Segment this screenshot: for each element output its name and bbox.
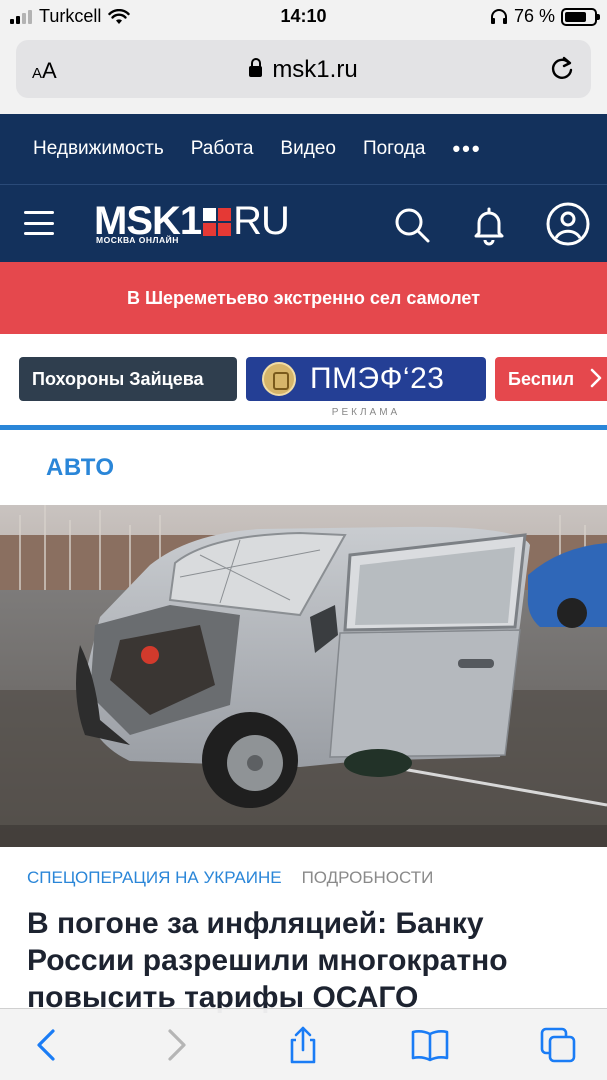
search-icon[interactable] (390, 203, 434, 247)
chip-drones-label: Беспил (508, 368, 575, 389)
breaking-news-text: В Шереметьево экстренно сел самолет (126, 287, 481, 308)
article-headline[interactable]: В погоне за инфляцией: Банку России разр… (27, 905, 587, 1016)
breaking-news-banner[interactable]: В Шереметьево экстренно сел самолет (0, 262, 607, 334)
spief-emblem-icon (262, 362, 296, 396)
topic-chips: Похороны Зайцева ПМЭФ‘23 РЕКЛАМА Беспил (0, 334, 607, 430)
url-text: msk1.ru (272, 56, 358, 83)
article-rubrics: СПЕЦОПЕРАЦИЯ НА УКРАИНЕ ПОДРОБНОСТИ (27, 868, 433, 888)
logo-square-icon (203, 207, 232, 236)
tabs-icon[interactable] (538, 1025, 578, 1065)
status-bar: Turkcell 14:10 76 % (0, 0, 607, 34)
bell-icon[interactable] (467, 203, 511, 247)
battery-fill (565, 11, 587, 22)
article-photo-car-crash[interactable] (0, 505, 607, 847)
section-divider (0, 425, 607, 430)
profile-icon[interactable] (545, 201, 591, 247)
url-display[interactable]: msk1.ru (16, 56, 591, 84)
share-icon[interactable] (283, 1025, 323, 1065)
chip-funeral-label: Похороны Зайцева (32, 368, 204, 389)
address-bar[interactable]: AA msk1.ru (16, 40, 591, 98)
reload-icon[interactable] (547, 54, 577, 84)
bookmarks-icon[interactable] (410, 1025, 450, 1065)
menu-icon[interactable] (24, 211, 54, 235)
chevron-right-icon[interactable] (589, 368, 603, 388)
back-icon[interactable] (27, 1025, 67, 1065)
nav-more-button[interactable]: ••• (452, 136, 481, 162)
nav-item-video[interactable]: Видео (280, 138, 336, 160)
headphones-icon (490, 8, 507, 24)
subrubric-link[interactable]: ПОДРОБНОСТИ (302, 868, 434, 888)
nav-item-weather[interactable]: Погода (363, 138, 426, 160)
status-right: 76 % (490, 6, 600, 27)
section-title[interactable]: АВТО (46, 454, 114, 482)
logo-right: RU (233, 199, 290, 243)
battery-percent: 76 % (513, 6, 555, 26)
lock-icon (249, 58, 263, 77)
logo-subtitle: МОСКВА ОНЛАЙН (96, 235, 179, 245)
nav-item-jobs[interactable]: Работа (191, 138, 254, 160)
ad-caption: РЕКЛАМА (331, 407, 401, 418)
forward-icon[interactable] (156, 1025, 196, 1065)
site-logo[interactable]: MSK1 RU МОСКВА ОНЛАЙН (94, 199, 334, 247)
page: Turkcell 14:10 76 % AA msk1.ru Недвижимо… (0, 0, 607, 1080)
browser-toolbar (0, 1008, 607, 1080)
browser-chrome: AA msk1.ru (0, 34, 607, 114)
chip-funeral[interactable]: Похороны Зайцева (19, 357, 237, 401)
site-top-nav: Недвижимость Работа Видео Погода ••• (0, 114, 607, 184)
rubric-link[interactable]: СПЕЦОПЕРАЦИЯ НА УКРАИНЕ (27, 868, 282, 888)
chip-ad-spief[interactable]: ПМЭФ‘23 (246, 357, 486, 401)
chip-ad-label: ПМЭФ‘23 (310, 362, 445, 395)
nav-item-realestate[interactable]: Недвижимость (33, 138, 164, 160)
battery-icon (561, 7, 600, 26)
site-header: MSK1 RU МОСКВА ОНЛАЙН (0, 184, 607, 262)
